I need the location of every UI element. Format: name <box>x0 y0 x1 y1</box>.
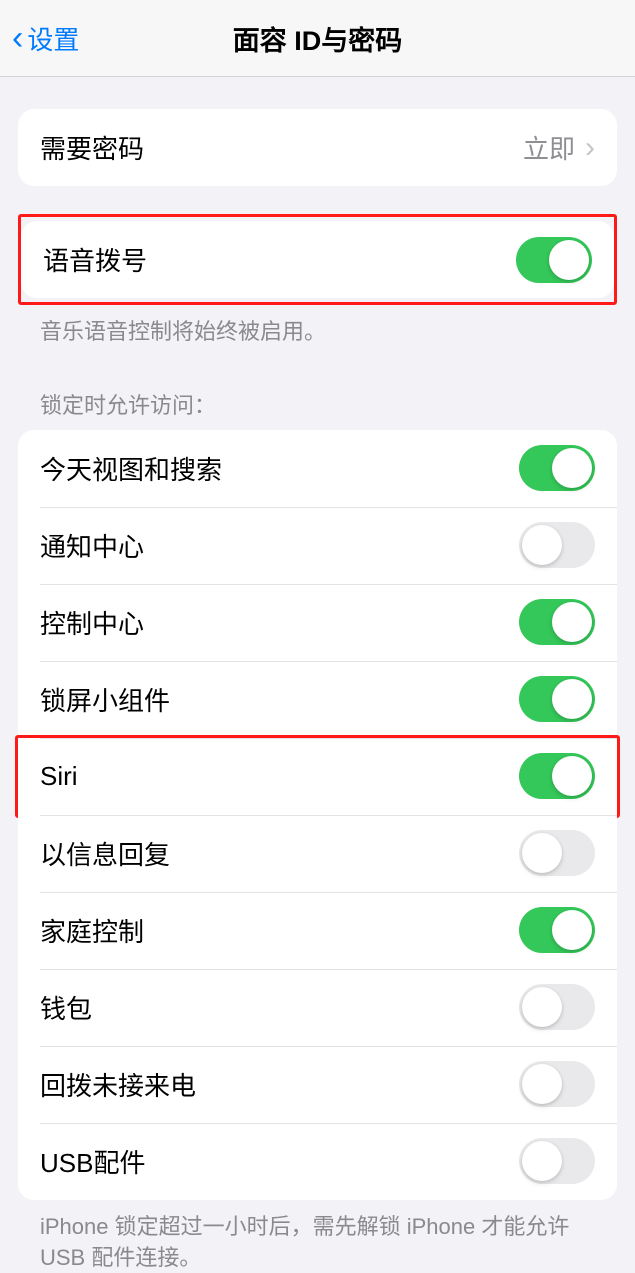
toggle[interactable] <box>519 599 595 645</box>
highlight-voice-dial: 语音拨号 <box>18 214 617 305</box>
toggle[interactable] <box>519 907 595 953</box>
lock-access-footer: iPhone 锁定超过一小时后，需先解锁 iPhone 才能允许USB 配件连接… <box>18 1200 617 1273</box>
lock-access-row[interactable]: 控制中心 <box>18 584 617 661</box>
lock-access-header: 锁定时允许访问： <box>18 348 617 430</box>
row-label: 家庭控制 <box>40 912 144 949</box>
toggle[interactable] <box>519 1138 595 1184</box>
row-label: 控制中心 <box>40 604 144 641</box>
row-label: 锁屏小组件 <box>40 681 170 718</box>
row-label: 今天视图和搜索 <box>40 450 222 487</box>
back-button[interactable]: ‹ 设置 <box>12 20 79 57</box>
page-title: 面容 ID与密码 <box>0 19 635 58</box>
nav-header: ‹ 设置 面容 ID与密码 <box>0 0 635 77</box>
require-passcode-row[interactable]: 需要密码 立即 › <box>18 109 617 186</box>
lock-access-row[interactable]: 锁屏小组件 <box>18 661 617 738</box>
voice-dial-footer: 音乐语音控制将始终被启用。 <box>18 305 617 348</box>
voice-dial-toggle[interactable] <box>516 237 592 283</box>
toggle[interactable] <box>519 676 595 722</box>
row-label: 钱包 <box>40 989 92 1026</box>
chevron-left-icon: ‹ <box>12 21 23 55</box>
row-label: 回拨未接来电 <box>40 1066 196 1103</box>
row-value: 立即 <box>523 129 575 166</box>
row-label: USB配件 <box>40 1143 145 1180</box>
require-passcode-group: 需要密码 立即 › <box>18 109 617 186</box>
lock-access-row[interactable]: 家庭控制 <box>18 892 617 969</box>
back-label: 设置 <box>27 20 79 57</box>
toggle[interactable] <box>519 984 595 1030</box>
toggle[interactable] <box>519 830 595 876</box>
content-scroll[interactable]: 需要密码 立即 › 语音拨号 音乐语音控制将始终被启用。 锁定时允许访问： 今天… <box>0 109 635 1273</box>
toggle[interactable] <box>519 522 595 568</box>
lock-access-row[interactable]: 通知中心 <box>18 507 617 584</box>
lock-access-row[interactable]: 钱包 <box>18 969 617 1046</box>
voice-dial-row[interactable]: 语音拨号 <box>21 221 614 298</box>
row-label: Siri <box>40 761 78 792</box>
row-label: 需要密码 <box>40 129 144 166</box>
lock-access-row[interactable]: 今天视图和搜索 <box>18 430 617 507</box>
voice-dial-group: 语音拨号 <box>21 221 614 298</box>
row-label: 语音拨号 <box>43 241 147 278</box>
chevron-right-icon: › <box>585 133 595 163</box>
toggle[interactable] <box>519 1061 595 1107</box>
lock-access-row[interactable]: 以信息回复 <box>18 815 617 892</box>
lock-access-row[interactable]: 回拨未接来电 <box>18 1046 617 1123</box>
row-label: 通知中心 <box>40 527 144 564</box>
lock-access-row[interactable]: Siri <box>18 738 617 815</box>
toggle[interactable] <box>519 445 595 491</box>
lock-access-row[interactable]: USB配件 <box>18 1123 617 1200</box>
lock-access-group: 今天视图和搜索通知中心控制中心锁屏小组件 Siri 以信息回复家庭控制钱包回拨未接来… <box>18 430 617 1200</box>
toggle[interactable] <box>519 753 595 799</box>
row-label: 以信息回复 <box>40 835 170 872</box>
